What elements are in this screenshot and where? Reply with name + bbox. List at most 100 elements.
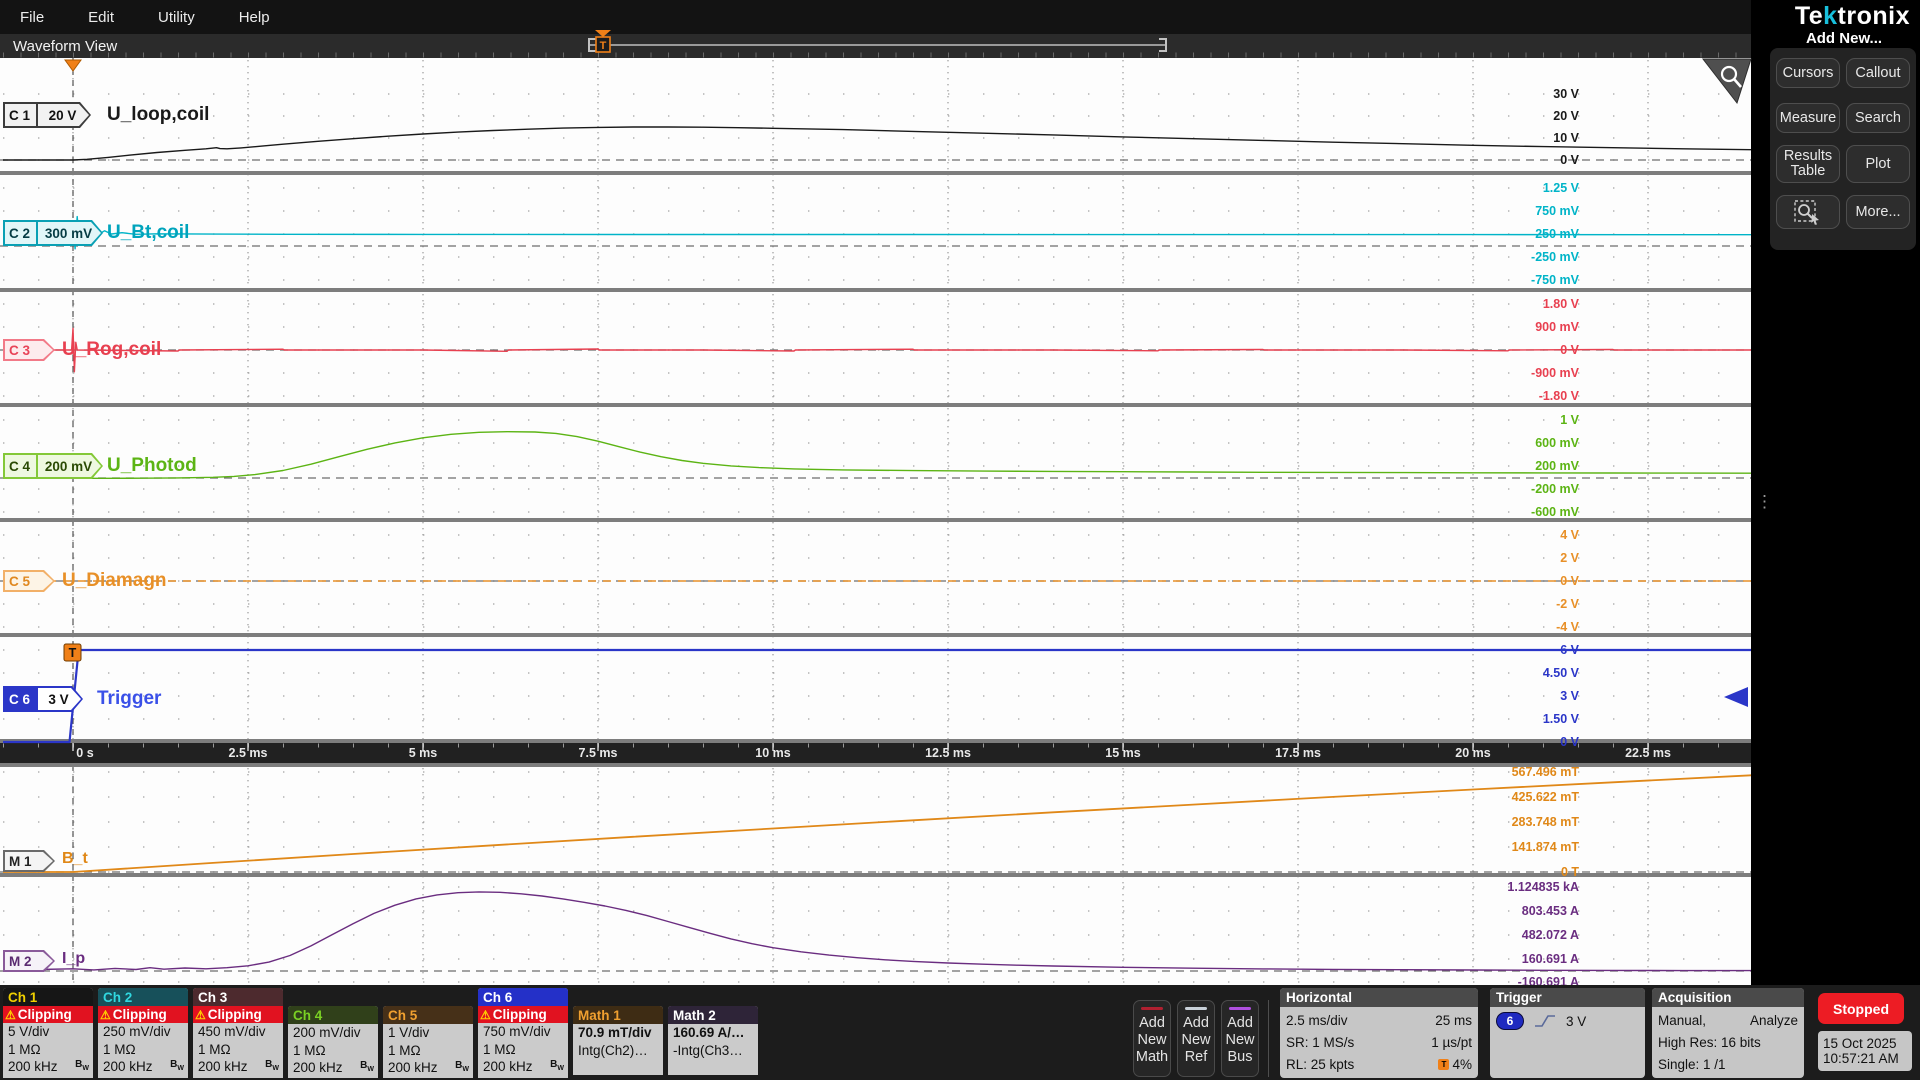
menu-file[interactable]: File xyxy=(20,9,44,26)
channel-setup-badge-ch6[interactable]: Ch 6⚠Clipping750 mV/div1 MΩ200 kHzBW xyxy=(478,988,568,1078)
menu-bar: File Edit Utility Help xyxy=(0,0,1751,34)
channel-badge-c2[interactable]: C 2300 mV xyxy=(3,220,103,246)
trigger-body: 63 V xyxy=(1490,1007,1645,1032)
channel-badge-m2[interactable]: M 2 xyxy=(3,950,55,972)
warning-icon: ⚠ xyxy=(195,1008,206,1022)
trigger-position-mini-icon: T xyxy=(1438,1059,1449,1070)
horizontal-panel[interactable]: Horizontal2.5 ms/div25 msSR: 1 MS/s1 µs/… xyxy=(1280,988,1478,1078)
warning-icon: ⚠ xyxy=(5,1008,16,1022)
badge-id: M 2 xyxy=(5,952,38,970)
channel-name-u-bt-coil: U_Bt,coil xyxy=(107,222,189,244)
axis-label-m1: 567.496 mT xyxy=(1512,766,1579,778)
badge-id: C 6 xyxy=(5,688,38,710)
add-new-heading: Add New... xyxy=(1768,30,1920,47)
time-tick-label: 5 ms xyxy=(409,746,438,760)
waveform-grid-area[interactable]: 30 V20 V10 V0 VC 120 VU_loop,coil1.25 V7… xyxy=(0,58,1751,985)
badge-header: Math 1 xyxy=(573,1006,663,1024)
trace-u-bt-coil xyxy=(3,217,1751,249)
more-button[interactable]: More... xyxy=(1846,195,1910,229)
channel-badge-c6[interactable]: C 63 V xyxy=(3,686,83,712)
axis-label-c1: 10 V xyxy=(1553,132,1579,144)
channel-setup-badge-ch3[interactable]: Ch 3⚠Clipping450 mV/div1 MΩ200 kHzBW xyxy=(193,988,283,1078)
time-tick-label: 0 s xyxy=(76,746,93,760)
measure-button[interactable]: Measure xyxy=(1776,103,1840,133)
accent-line xyxy=(1141,1007,1163,1010)
results-table-button[interactable]: Results Table xyxy=(1776,145,1840,183)
time-tick-label: 20 ms xyxy=(1455,746,1490,760)
badge-row: 70.9 mT/div xyxy=(573,1024,663,1042)
zoom-select-button[interactable] xyxy=(1776,195,1840,229)
add-new-bus-button[interactable]: AddNewBus xyxy=(1221,1000,1259,1077)
menu-help[interactable]: Help xyxy=(239,9,270,26)
panel-drag-handle[interactable]: ⋮ xyxy=(1756,498,1773,506)
acquisition-row: High Res: 16 bits xyxy=(1658,1031,1798,1053)
axis-label-c6: 3 V xyxy=(1560,690,1579,702)
badge-header: Ch 5 xyxy=(383,1006,473,1024)
run-state-button[interactable]: Stopped xyxy=(1818,993,1904,1024)
callout-button[interactable]: Callout xyxy=(1846,58,1910,88)
axis-label-c2: -750 mV xyxy=(1531,274,1579,286)
channel-badge-c5[interactable]: C 5 xyxy=(3,570,55,592)
axis-label-m2: 803.453 A xyxy=(1522,905,1579,917)
warning-icon: ⚠ xyxy=(100,1008,111,1022)
axis-label-c6: 0 V xyxy=(1560,736,1579,748)
channel-setup-badge-ch2[interactable]: Ch 2⚠Clipping250 mV/div1 MΩ200 kHzBW xyxy=(98,988,188,1078)
trace-b-t xyxy=(3,775,1751,872)
badge-row: 5 V/div xyxy=(3,1023,93,1041)
logo-text: Te xyxy=(1795,2,1823,30)
acquisition-panel[interactable]: AcquisitionManual,AnalyzeHigh Res: 16 bi… xyxy=(1652,988,1804,1078)
clipping-label: Clipping xyxy=(208,1007,262,1022)
axis-label-c5: 2 V xyxy=(1560,552,1579,564)
channel-setup-badge-ch4[interactable]: Ch 4200 mV/div1 MΩ200 kHzBW xyxy=(288,1006,378,1078)
axis-label-c1: 0 V xyxy=(1560,154,1579,166)
axis-label-c2: 250 mV xyxy=(1535,228,1579,240)
axis-label-c4: -600 mV xyxy=(1531,506,1579,518)
search-button[interactable]: Search xyxy=(1846,103,1910,133)
waveform-view-titlebar: Waveform View xyxy=(0,34,1751,58)
time-tick-label: 2.5 ms xyxy=(229,746,268,760)
badge-row: Intg(Ch2)… xyxy=(573,1042,663,1060)
axis-label-c3: 900 mV xyxy=(1535,321,1579,333)
axis-label-m1: 283.748 mT xyxy=(1512,816,1579,828)
channel-badge-c3[interactable]: C 3 xyxy=(3,339,55,361)
channel-setup-badge-math2[interactable]: Math 2160.69 A/…-Intg(Ch3… xyxy=(668,1006,758,1075)
horizontal-row: RL: 25 kptsT4% xyxy=(1286,1053,1472,1075)
badge-row: -Intg(Ch3… xyxy=(668,1042,758,1060)
plot-button[interactable]: Plot xyxy=(1846,145,1910,183)
clipping-label: Clipping xyxy=(113,1007,167,1022)
channel-badge-m1[interactable]: M 1 xyxy=(3,850,55,872)
badge-header: Ch 6 xyxy=(478,988,568,1006)
axis-label-c5: 0 V xyxy=(1560,575,1579,587)
add-new-math-button[interactable]: AddNewMath xyxy=(1133,1000,1171,1077)
acquisition-body: Manual,AnalyzeHigh Res: 16 bitsSingle: 1… xyxy=(1652,1007,1804,1077)
zoom-select-icon xyxy=(1793,199,1823,225)
channel-setup-badge-ch1[interactable]: Ch 1⚠Clipping5 V/div1 MΩ200 kHzBW xyxy=(3,988,93,1078)
channel-badge-c4[interactable]: C 4200 mV xyxy=(3,453,103,479)
channel-setup-badge-math1[interactable]: Math 170.9 mT/divIntg(Ch2)… xyxy=(573,1006,663,1075)
axis-label-c5: -2 V xyxy=(1556,598,1579,610)
accent-line xyxy=(1229,1007,1251,1010)
axis-label-c6: 6 V xyxy=(1560,644,1579,656)
trigger-panel[interactable]: Trigger63 V xyxy=(1490,988,1645,1078)
menu-utility[interactable]: Utility xyxy=(158,9,195,26)
axis-label-c4: 1 V xyxy=(1560,414,1579,426)
add-new-ref-button[interactable]: AddNewRef xyxy=(1177,1000,1215,1077)
badge-row: 200 kHzBW xyxy=(193,1058,283,1076)
cursors-button[interactable]: Cursors xyxy=(1776,58,1840,88)
menu-edit[interactable]: Edit xyxy=(88,9,114,26)
axis-label-c6: 4.50 V xyxy=(1543,667,1579,679)
channel-setup-badge-ch5[interactable]: Ch 51 V/div1 MΩ200 kHzBW xyxy=(383,1006,473,1078)
channel-badge-c1[interactable]: C 120 V xyxy=(3,102,91,128)
datetime-display[interactable]: 15 Oct 202510:57:21 AM xyxy=(1818,1031,1912,1071)
badge-row: 1 MΩ xyxy=(478,1041,568,1059)
trace-u-rog-coil xyxy=(3,328,1751,371)
trace-u-photod xyxy=(3,432,1751,479)
channel-name-u-diamagn: U_Diamagn xyxy=(62,570,167,592)
badge-header: Ch 1 xyxy=(3,988,93,1006)
channel-name-i-p: I_p xyxy=(62,950,85,968)
badge-row: 1 MΩ xyxy=(98,1041,188,1059)
axis-label-c5: 4 V xyxy=(1560,529,1579,541)
bandwidth-limit-icon: BW xyxy=(360,1060,374,1073)
badge-header: Ch 2 xyxy=(98,988,188,1006)
badge-row: 1 MΩ xyxy=(288,1042,378,1060)
